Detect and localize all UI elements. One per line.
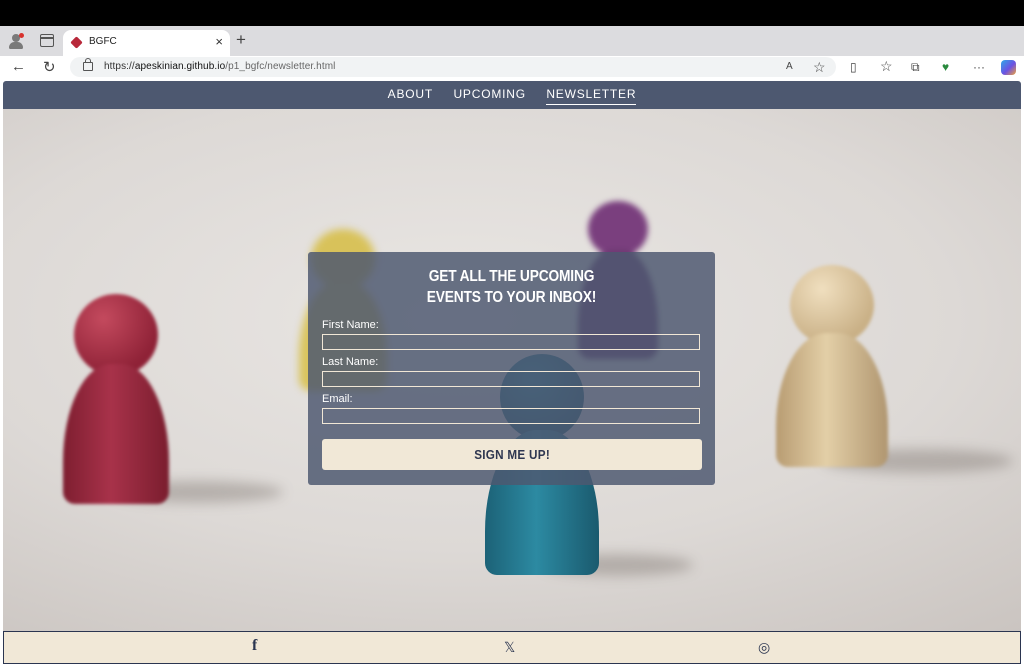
read-aloud-icon[interactable]: A	[786, 61, 793, 72]
more-menu-icon[interactable]: ···	[973, 60, 985, 74]
tab-title: BGFC	[89, 36, 117, 47]
favorite-star-icon[interactable]: ☆	[813, 59, 826, 76]
split-screen-icon[interactable]: ▯	[850, 60, 857, 74]
address-toolbar: ← ↻ https://apeskinian.github.io/p1_bgfc…	[0, 56, 1024, 81]
sign-me-up-button[interactable]: SIGN ME UP!	[322, 439, 702, 470]
address-bar[interactable]: https://apeskinian.github.io/p1_bgfc/new…	[70, 57, 836, 77]
url-text[interactable]: https://apeskinian.github.io/p1_bgfc/new…	[104, 61, 335, 72]
back-arrow-icon[interactable]: ←	[11, 58, 26, 75]
form-title: GET ALL THE UPCOMING EVENTS TO YOUR INBO…	[426, 268, 597, 306]
nav-link-newsletter[interactable]: NEWSLETTER	[546, 83, 637, 105]
browser-tab[interactable]: BGFC ×	[63, 30, 230, 56]
first-name-input[interactable]	[322, 334, 700, 350]
collections-icon[interactable]: ⧉	[911, 60, 920, 75]
new-tab-button[interactable]: +	[236, 30, 246, 50]
favorites-icon[interactable]: ☆	[880, 58, 893, 75]
nav-link-upcoming[interactable]: UPCOMING	[453, 81, 525, 106]
newsletter-form: GET ALL THE UPCOMING EVENTS TO YOUR INBO…	[308, 252, 715, 485]
extension-icon[interactable]: ♥	[942, 60, 949, 74]
copilot-icon[interactable]	[1001, 60, 1016, 75]
email-input[interactable]	[322, 408, 700, 424]
tab-strip: BGFC × +	[0, 26, 1024, 56]
hero-background-image: GET ALL THE UPCOMING EVENTS TO YOUR INBO…	[3, 109, 1021, 631]
instagram-icon[interactable]: ◎	[758, 639, 770, 656]
nav-link-about[interactable]: ABOUT	[388, 81, 433, 106]
last-name-input[interactable]	[322, 371, 700, 387]
x-twitter-icon[interactable]: 𝕏	[504, 639, 515, 656]
close-tab-icon[interactable]: ×	[215, 34, 223, 49]
lock-icon[interactable]	[83, 58, 93, 71]
email-label: Email:	[322, 393, 353, 405]
last-name-label: Last Name:	[322, 356, 379, 368]
profile-icon[interactable]	[8, 33, 24, 49]
screen-top-bar	[0, 0, 1024, 26]
favicon-icon	[70, 36, 83, 49]
tab-actions-icon[interactable]	[40, 34, 54, 47]
site-navbar: ABOUT UPCOMING NEWSLETTER	[3, 81, 1021, 109]
reload-icon[interactable]: ↻	[43, 58, 56, 76]
facebook-icon[interactable]: f	[252, 637, 257, 655]
site-footer: f 𝕏 ◎	[3, 631, 1021, 664]
first-name-label: First Name:	[322, 319, 379, 331]
page-viewport: ABOUT UPCOMING NEWSLETTER GET ALL THE UP…	[0, 80, 1024, 666]
